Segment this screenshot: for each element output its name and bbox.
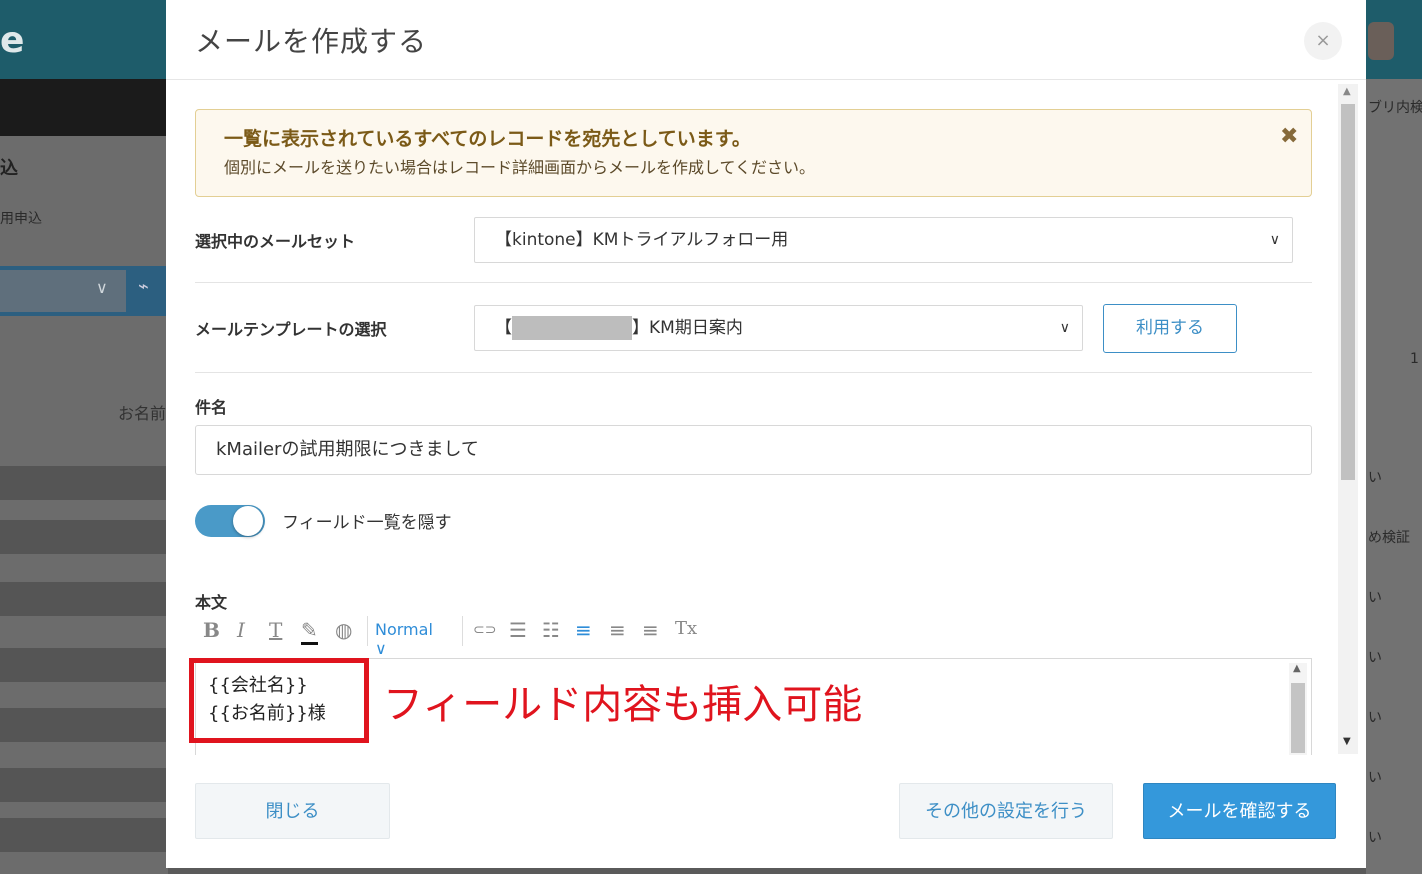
align-right-icon[interactable]: ≡ — [642, 618, 659, 642]
body-label: 本文 — [195, 593, 228, 612]
link-icon[interactable]: ⊂⊃ — [473, 622, 496, 638]
annotation-text: フィールド内容も挿入可能 — [383, 682, 863, 728]
use-template-button[interactable]: 利用する — [1103, 304, 1237, 353]
italic-button[interactable]: I — [237, 618, 245, 642]
list-row — [0, 768, 168, 802]
highlight-icon[interactable]: ✎ — [301, 618, 318, 645]
right-text: い — [1368, 470, 1382, 486]
scrollbar-thumb[interactable] — [1341, 104, 1355, 480]
divider — [195, 282, 1312, 283]
mail-set-label: 選択中のメールセット — [195, 232, 356, 251]
scroll-up-icon[interactable]: ▲ — [1343, 86, 1351, 97]
dialog-header: メールを作成する × — [166, 0, 1366, 80]
right-text: い — [1368, 770, 1382, 786]
scroll-down-icon[interactable]: ▼ — [1343, 736, 1351, 747]
column-header: お名前 — [118, 404, 167, 423]
field-list-toggle-label: フィールド一覧を隠す — [282, 513, 452, 533]
notice-banner: 一覧に表示されているすべてのレコードを宛先としています。 個別にメールを送りたい… — [195, 109, 1312, 197]
dialog-footer: 閉じる その他の設定を行う メールを確認する — [166, 755, 1366, 868]
app-logo: e — [0, 20, 25, 61]
align-left-icon[interactable]: ≡ — [575, 618, 592, 642]
template-label: メールテンプレートの選択 — [195, 320, 387, 339]
list-row — [0, 648, 168, 682]
chevron-down-icon: ∨ — [96, 278, 108, 297]
right-text: 1 — [1410, 351, 1419, 367]
confirm-mail-button[interactable]: メールを確認する — [1143, 783, 1336, 839]
notice-close-icon[interactable]: ✖ — [1280, 124, 1298, 149]
list-row — [0, 520, 168, 554]
field-list-toggle[interactable] — [195, 505, 265, 537]
app-subtitle: 用申込 — [0, 211, 42, 227]
app-title: 込 — [0, 158, 18, 179]
list-row — [0, 582, 168, 616]
mail-set-value: 【kintone】KMトライアルフォロー用 — [495, 230, 789, 250]
dialog-title: メールを作成する — [195, 25, 428, 58]
subject-label: 件名 — [195, 398, 228, 417]
toolbar-divider — [367, 616, 368, 646]
notice-title: 一覧に表示されているすべてのレコードを宛先としています。 — [224, 128, 751, 150]
chevron-down-icon: ∨ — [1269, 232, 1280, 248]
list-row — [0, 466, 168, 500]
scrollbar-thumb[interactable] — [1291, 683, 1305, 753]
bold-button[interactable]: B — [203, 618, 220, 642]
right-text: い — [1368, 830, 1382, 846]
right-text: め検証 — [1368, 530, 1410, 546]
subject-input[interactable]: kMailerの試用期限につきまして — [195, 425, 1312, 475]
ordered-list-icon[interactable]: ☷ — [542, 618, 560, 642]
redacted-block — [512, 316, 632, 340]
chevron-down-icon: ∨ — [1059, 320, 1070, 336]
close-button[interactable]: 閉じる — [195, 783, 390, 839]
toolbar-strip: ★ — [0, 79, 168, 202]
clear-format-icon[interactable]: Tx — [675, 618, 697, 639]
background-right: ブリ内検 1 い め検証 い い い い い — [1366, 79, 1422, 874]
template-value-suffix: 】KM期日案内 — [632, 318, 743, 338]
scroll-up-icon[interactable]: ▲ — [1293, 663, 1301, 674]
mail-set-select[interactable]: 【kintone】KMトライアルフォロー用 ∨ — [474, 217, 1293, 263]
font-button[interactable]: T — [269, 618, 282, 642]
right-text: ブリ内検 — [1368, 100, 1422, 116]
editor-scrollbar[interactable]: ▲ — [1289, 663, 1307, 755]
align-center-icon[interactable]: ≡ — [609, 618, 626, 642]
palette-icon[interactable]: ◍ — [335, 618, 352, 642]
notice-text: 個別にメールを送りたい場合はレコード詳細画面からメールを作成してください。 — [224, 158, 816, 177]
close-dialog-button[interactable]: × — [1304, 22, 1342, 60]
view-selector-bar: ∨ ⌁ — [0, 266, 168, 316]
avatar — [1368, 22, 1394, 60]
toggle-knob — [233, 506, 263, 536]
list-row — [0, 708, 168, 742]
list-row — [0, 818, 168, 852]
toolbar-divider — [462, 616, 463, 646]
dialog-body: 一覧に表示されているすべてのレコードを宛先としています。 個別にメールを送りたい… — [166, 80, 1366, 755]
right-text: い — [1368, 590, 1382, 606]
bullet-list-icon[interactable]: ☰ — [509, 618, 527, 642]
right-text: い — [1368, 650, 1382, 666]
template-select[interactable]: 【 】KM期日案内 ∨ — [474, 305, 1083, 351]
format-value: Normal — [375, 620, 433, 639]
format-select[interactable]: Normal ∨ — [375, 620, 433, 658]
background-list: 込 用申込 — [0, 136, 168, 874]
graph-icon: ⌁ — [138, 276, 149, 297]
divider — [195, 372, 1312, 373]
other-settings-button[interactable]: その他の設定を行う — [899, 783, 1113, 839]
right-text: い — [1368, 710, 1382, 726]
dialog-scrollbar[interactable]: ▲ ▼ — [1338, 84, 1358, 754]
template-value-prefix: 【 — [495, 318, 512, 338]
annotation-highlight-box — [189, 658, 369, 743]
